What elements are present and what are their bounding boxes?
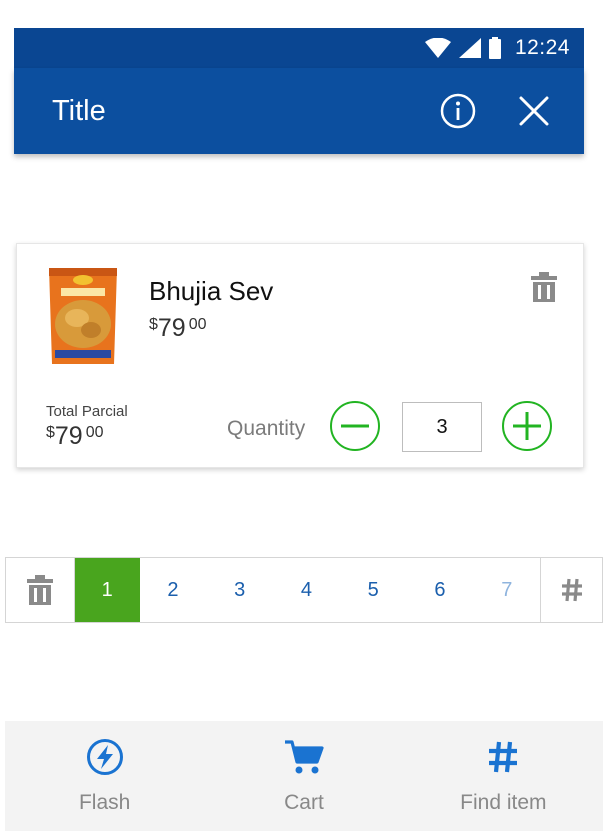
wifi-icon bbox=[424, 38, 451, 58]
price-integer: 79 bbox=[157, 314, 186, 342]
trash-icon bbox=[26, 575, 53, 605]
nav-label-cart: Cart bbox=[284, 791, 324, 814]
app-bar: Title bbox=[14, 68, 584, 154]
signal-icon bbox=[458, 38, 481, 58]
product-image bbox=[49, 268, 117, 364]
decrease-quantity-button[interactable] bbox=[329, 400, 381, 452]
product-name: Bhujia Sev bbox=[149, 276, 274, 306]
nav-label-find-item: Find item bbox=[460, 791, 547, 814]
subtotal-cents: 00 bbox=[85, 424, 104, 441]
subtotal-integer: 79 bbox=[54, 422, 83, 450]
nav-label-flash: Flash bbox=[78, 791, 131, 814]
info-button[interactable] bbox=[438, 91, 478, 131]
page-5[interactable]: 5 bbox=[340, 558, 407, 622]
subtotal-price: $79 00 bbox=[46, 422, 104, 451]
cart-item-card: Bhujia Sev $79 00 Total Parcial $79 00 Qua… bbox=[16, 243, 584, 468]
subtotal-label: Total Parcial bbox=[46, 403, 128, 420]
pager-delete-button[interactable] bbox=[6, 558, 75, 622]
page-4[interactable]: 4 bbox=[273, 558, 340, 622]
delete-item-button[interactable] bbox=[531, 272, 557, 302]
price-currency: $ bbox=[149, 316, 158, 333]
increase-quantity-button[interactable] bbox=[501, 400, 553, 452]
pagination: 1 2 3 4 5 6 7 bbox=[5, 557, 603, 623]
nav-item-flash[interactable]: Flash bbox=[5, 721, 204, 831]
page-7[interactable]: 7 bbox=[473, 558, 540, 622]
quantity-label: Quantity bbox=[227, 417, 306, 440]
nav-item-cart[interactable]: Cart bbox=[204, 721, 403, 831]
hash-icon bbox=[561, 578, 582, 602]
hash-icon bbox=[483, 737, 523, 777]
plus-circle-icon bbox=[502, 401, 552, 451]
minus-circle-icon bbox=[330, 401, 380, 451]
flash-icon bbox=[85, 737, 125, 777]
battery-icon bbox=[488, 37, 501, 59]
price-cents: 00 bbox=[188, 316, 207, 333]
trash-icon bbox=[531, 272, 557, 302]
cart-icon bbox=[284, 737, 324, 777]
subtotal-currency: $ bbox=[46, 424, 55, 441]
close-button[interactable] bbox=[514, 91, 554, 131]
nav-item-find-item[interactable]: Find item bbox=[404, 721, 603, 831]
status-bar: 12:24 bbox=[14, 28, 584, 68]
page-1[interactable]: 1 bbox=[74, 558, 140, 622]
quantity-input[interactable] bbox=[402, 402, 482, 452]
pager-jump-button[interactable] bbox=[540, 558, 602, 622]
info-icon bbox=[440, 93, 476, 129]
bottom-navigation: Flash Cart Find item bbox=[5, 721, 603, 831]
unit-price: $79 00 bbox=[149, 314, 207, 343]
page-title: Title bbox=[52, 94, 106, 127]
close-icon bbox=[519, 96, 549, 126]
page-2[interactable]: 2 bbox=[140, 558, 207, 622]
status-time: 12:24 bbox=[514, 36, 570, 59]
page-3[interactable]: 3 bbox=[206, 558, 273, 622]
page-6[interactable]: 6 bbox=[407, 558, 474, 622]
